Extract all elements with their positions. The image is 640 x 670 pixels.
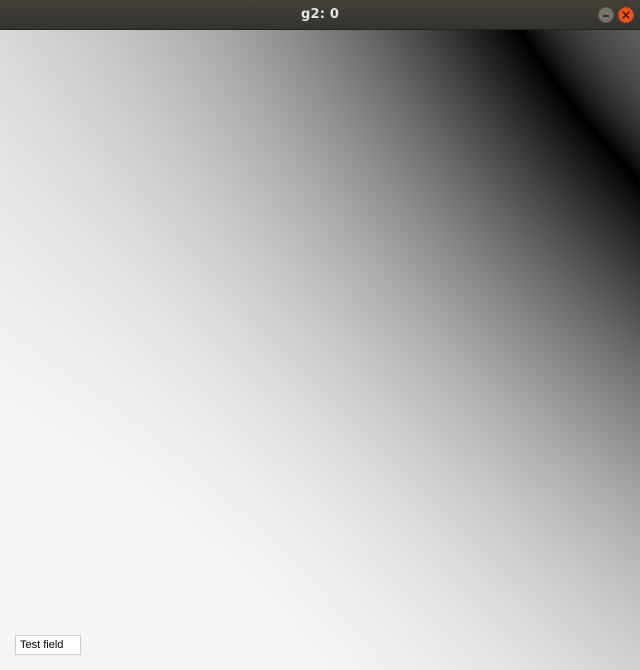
title-bar[interactable]: g2: 0	[0, 0, 640, 30]
close-button[interactable]	[618, 7, 634, 23]
window-title: g2: 0	[300, 7, 340, 22]
close-icon	[622, 11, 630, 19]
distance-field-canvas[interactable]	[0, 30, 640, 670]
test-text-field[interactable]: Test field	[15, 635, 81, 655]
minimize-button[interactable]	[598, 7, 614, 23]
app-window: g2: 0 Test field	[0, 0, 640, 670]
